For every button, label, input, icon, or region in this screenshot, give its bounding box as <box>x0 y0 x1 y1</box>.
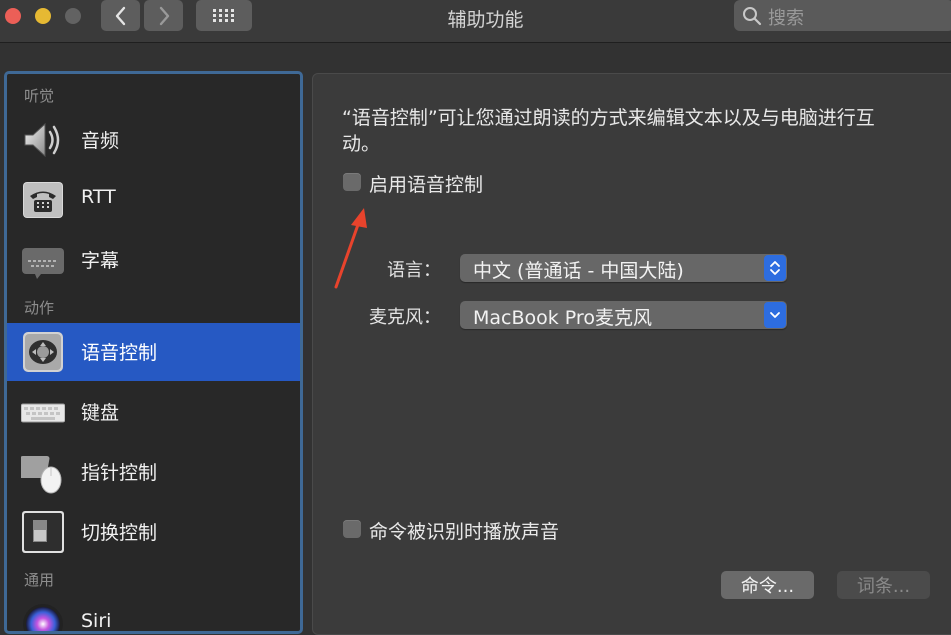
sidebar-item-label: 键盘 <box>81 402 120 424</box>
language-popup[interactable]: 中文 (普通话 - 中国大陆) <box>460 254 787 282</box>
play-sound-checkbox[interactable] <box>343 520 361 538</box>
up-down-chevron-icon <box>764 255 786 281</box>
switch-control-icon <box>22 511 64 553</box>
siri-icon <box>23 604 63 631</box>
section-header-hearing: 听觉 <box>24 87 55 105</box>
sidebar-item-label: 切换控制 <box>81 522 158 544</box>
sidebar-item-rtt[interactable]: RTT <box>7 171 300 229</box>
enable-voice-control-label[interactable]: 启用语音控制 <box>369 170 483 197</box>
title-bar: 辅助功能 搜索 <box>0 0 951 43</box>
commands-button[interactable]: 命令... <box>721 571 814 599</box>
pointer-icon <box>21 456 62 494</box>
sidebar-item-pointer-control[interactable]: 指针控制 <box>7 443 300 501</box>
language-value: 中文 (普通话 - 中国大陆) <box>473 260 684 282</box>
sidebar-item-voice-control[interactable]: 语音控制 <box>7 323 300 381</box>
section-header-general: 通用 <box>24 571 55 589</box>
section-header-motor: 动作 <box>24 299 55 317</box>
sidebar-item-label: Siri <box>81 610 112 632</box>
enable-voice-control-checkbox[interactable] <box>343 173 361 191</box>
vocabulary-button[interactable]: 词条... <box>837 571 930 599</box>
keyboard-icon <box>21 403 65 423</box>
captions-icon <box>22 248 64 279</box>
microphone-label: 麦克风： <box>369 307 441 328</box>
voice-control-description: “语音控制”可让您通过朗读的方式来编辑文本以及与电脑进行互动。 <box>342 107 875 155</box>
voice-control-pane: “语音控制”可让您通过朗读的方式来编辑文本以及与电脑进行互动。 启用语音控制 语… <box>312 73 951 635</box>
sidebar-item-label: 语音控制 <box>81 342 158 364</box>
sidebar[interactable]: 听觉 音频 RTT 字幕 动作 语音控制 键盘 指针控制 切换控制 通用 Sir… <box>4 71 303 634</box>
sidebar-item-audio[interactable]: 音频 <box>7 111 300 169</box>
sidebar-item-label: 指针控制 <box>81 462 158 484</box>
annotation-arrow-icon <box>334 208 367 289</box>
sidebar-item-label: 字幕 <box>81 250 120 272</box>
voice-control-icon <box>23 332 63 372</box>
microphone-value: MacBook Pro麦克风 <box>473 307 652 329</box>
search-placeholder: 搜索 <box>768 8 804 29</box>
sidebar-item-label: 音频 <box>81 130 120 152</box>
play-sound-label[interactable]: 命令被识别时播放声音 <box>369 517 559 544</box>
speaker-icon <box>24 122 60 158</box>
microphone-popup[interactable]: MacBook Pro麦克风 <box>460 301 787 329</box>
sidebar-item-label: RTT <box>81 186 116 208</box>
sidebar-item-captions[interactable]: 字幕 <box>7 231 300 289</box>
search-field[interactable]: 搜索 <box>734 0 951 31</box>
telephone-icon <box>23 182 63 218</box>
chevron-down-icon <box>764 302 786 328</box>
sidebar-item-switch-control[interactable]: 切换控制 <box>7 503 300 561</box>
sidebar-item-siri[interactable]: Siri <box>7 595 300 632</box>
search-icon <box>743 7 762 26</box>
sidebar-item-keyboard[interactable]: 键盘 <box>7 383 300 441</box>
